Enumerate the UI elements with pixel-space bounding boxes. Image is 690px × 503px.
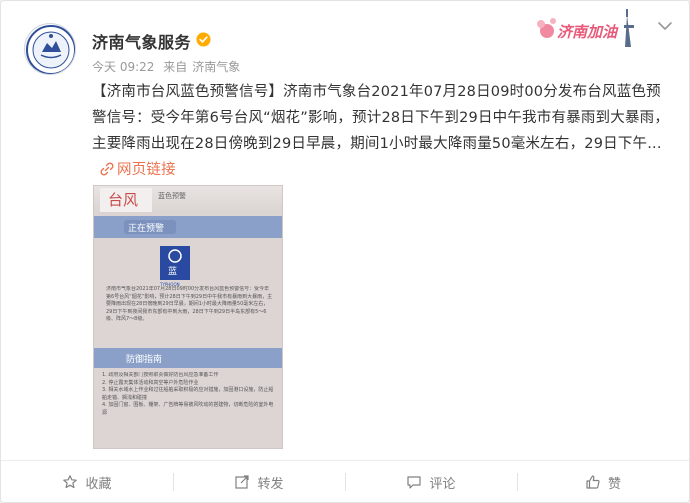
- link-icon[interactable]: [100, 162, 114, 176]
- more-options-icon[interactable]: [656, 18, 674, 34]
- comment-button[interactable]: 评论: [345, 461, 517, 503]
- thumbs-up-icon: [586, 475, 600, 489]
- post-from-label: 来自: [163, 60, 188, 74]
- poster-status: 正在预警: [128, 222, 164, 234]
- post-meta: 今天 09:22 来自 济南气象: [92, 58, 245, 75]
- poster-guide-item: 2. 停止露天集体活动和高空等户外危险作业: [102, 379, 199, 386]
- post-actions: 收藏 转发 评论 赞: [1, 461, 689, 503]
- web-link[interactable]: 网页链接: [117, 162, 176, 178]
- like-button[interactable]: 赞: [517, 461, 689, 503]
- account-avatar[interactable]: [24, 23, 76, 75]
- promo-text: 济南加油: [557, 23, 619, 41]
- post-time[interactable]: 今天 09:22: [92, 60, 154, 74]
- post-source[interactable]: 济南气象: [192, 60, 240, 74]
- favorite-button[interactable]: 收藏: [1, 461, 173, 503]
- repost-button[interactable]: 转发: [173, 461, 345, 503]
- poster-guide-list: 1. 政府及相关部门按照职责做好防台风应急准备工作 2. 停止露天集体活动和高空…: [102, 372, 278, 417]
- repost-icon: [235, 475, 250, 489]
- account-name[interactable]: 济南气象服务: [92, 29, 191, 53]
- poster-body: 济南市气象台2021年07月28日09时00分发布台风蓝色预警信号：受今年第6号…: [106, 286, 273, 322]
- poster-guide-title: 防御指南: [126, 353, 162, 365]
- weibo-post-card: 济南气象服务 今天 09:22 来自 济南气象 济南加油 【济南市台风蓝色预警信号…: [0, 0, 690, 503]
- poster-guide-item: 4. 加固门窗、围板、棚架、广告牌等易被风吹动的搭建物，切断危险的室外电源: [102, 402, 274, 416]
- poster-badge: 蓝: [168, 265, 177, 277]
- poster-title: 台风: [108, 191, 138, 209]
- star-icon: [63, 475, 78, 489]
- jinan-promo-badge: 济南加油: [537, 9, 634, 47]
- poster-subtitle: 蓝色预警: [158, 191, 186, 200]
- post-text: 【济南市台风蓝色预警信号】济南市气象台2021年07月28日09时00分发布台风…: [92, 79, 670, 183]
- poster-guide-item: 1. 政府及相关部门按照职责做好防台风应急准备工作: [102, 372, 219, 378]
- like-label: 赞: [607, 476, 621, 492]
- comment-label: 评论: [429, 476, 456, 492]
- repost-label: 转发: [257, 476, 284, 492]
- poster-guide-item: 3. 相关水域水上作业和过往船舶采取积极的应对措施，加固港口设施，防止船舶走锚、…: [102, 387, 274, 401]
- warning-poster-image[interactable]: 台风 蓝色预警 正在预警 蓝 TYPHOON 济南市气象台2021年07月28日…: [93, 185, 283, 449]
- verified-icon: [196, 32, 211, 47]
- comment-icon: [407, 476, 422, 489]
- post-body: 【济南市台风蓝色预警信号】济南市气象台2021年07月28日09时00分发布台风…: [92, 84, 670, 152]
- favorite-label: 收藏: [85, 476, 112, 492]
